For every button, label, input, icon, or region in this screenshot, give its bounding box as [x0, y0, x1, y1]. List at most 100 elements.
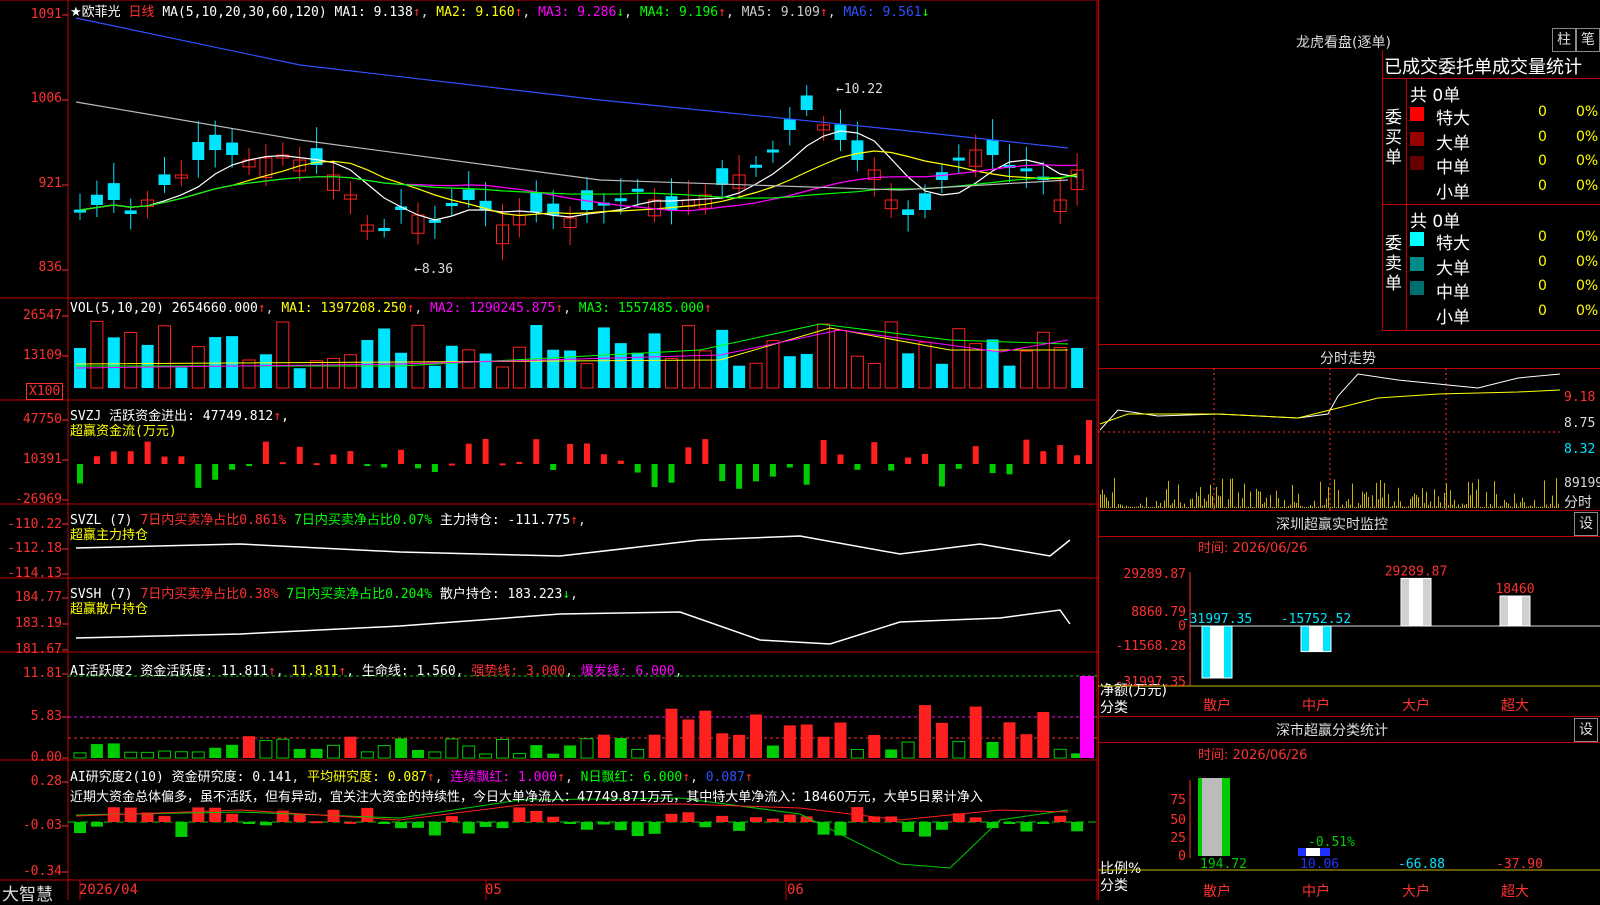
intraday-vol-bar [1376, 482, 1377, 508]
intraday-vol-bar [1130, 506, 1131, 508]
ai1-bar [310, 748, 323, 758]
intraday-vol-bar [1100, 494, 1101, 508]
ai2-bar [1037, 822, 1050, 824]
low-price-label: ←8.36 [414, 262, 454, 277]
svzj-bar [922, 453, 928, 464]
intraday-vol-bar [1400, 501, 1401, 508]
intraday-vol-bar [1148, 506, 1149, 508]
intraday-vol-bar [1336, 506, 1337, 508]
intraday-vol-bar [1284, 499, 1285, 508]
ai2-header: AI研究度2(10) 资金研究度: 0.141, 平均研究度: 0.087↑, … [70, 770, 753, 785]
ai2-bar [783, 814, 796, 822]
ai1-bar [665, 708, 678, 758]
intraday-vol-bar [1362, 491, 1363, 508]
intraday-vol-bar [1168, 480, 1169, 508]
classify-y-label: 75 [1170, 793, 1186, 808]
intraday-vol-bar [1300, 505, 1301, 508]
svzj-bar [938, 464, 945, 487]
intraday-vol-bar [1162, 506, 1163, 508]
ai1-bar [817, 736, 830, 758]
ai1-axis-low: 0.00 [30, 750, 62, 765]
ai2-bar [750, 817, 762, 822]
intraday-vol-bar [1402, 506, 1403, 508]
ai1-bar [1053, 748, 1067, 759]
ma1-value: MA1: 9.138 [334, 5, 413, 20]
intraday-vol-bar [1488, 506, 1489, 508]
intraday-price-line [1099, 373, 1561, 431]
intraday-vol-bar [1390, 506, 1391, 508]
svzj-bar [77, 464, 83, 484]
svzj-bar [279, 462, 286, 465]
candle-down [783, 119, 796, 130]
intraday-vol-bar [1478, 479, 1479, 508]
svzj-bar [229, 464, 236, 470]
volume-bar [343, 354, 357, 389]
intraday-vol-bar [1328, 486, 1329, 508]
intraday-vol-bar [1116, 506, 1117, 508]
intraday-vol-bar [1160, 503, 1161, 508]
ai2-bar [614, 822, 627, 831]
ai2-bar [581, 822, 593, 830]
intraday-vol-bar [1262, 503, 1263, 508]
intraday-vol-bar [1554, 506, 1555, 508]
intraday-vol-bar [1368, 497, 1369, 508]
price-axis-1091: 1091 [30, 7, 62, 22]
vol-value: 2654660.000 [171, 301, 258, 316]
intraday-vol-bar [1106, 497, 1107, 508]
ai2-bar [124, 807, 137, 822]
ai2-bar [74, 822, 86, 834]
ai2-bar [530, 810, 543, 822]
ai1-bar [73, 752, 87, 759]
intraday-vol-bar [1208, 494, 1209, 508]
volume-bar [564, 350, 577, 388]
candle-down [902, 209, 915, 215]
kline-svg[interactable] [0, 0, 1098, 900]
classify-value-label: 10.06 [1300, 857, 1339, 872]
intraday-vol-bar [1224, 507, 1225, 508]
intraday-vol-bar [1278, 498, 1279, 508]
intraday-vol-bar [1302, 506, 1303, 508]
ai2-bar [631, 822, 644, 837]
vol-ma1: MA1: 1397208.250 [281, 301, 407, 316]
period-label[interactable]: 日线 [128, 5, 154, 20]
ai1-bar [648, 734, 661, 758]
intraday-vol-bar [1392, 505, 1393, 508]
ma120-line [75, 17, 1069, 149]
intraday-vol-bar [1382, 497, 1383, 508]
svzj-bar [516, 461, 523, 464]
ai2-bar [547, 816, 560, 822]
intraday-vol-bar [1230, 479, 1231, 508]
svzj-bar [1023, 439, 1030, 464]
intraday-vol-bar [1154, 506, 1155, 508]
intraday-vol-bar [1428, 504, 1429, 508]
intraday-vol-bar [1512, 506, 1513, 508]
intraday-vol-bar [1264, 502, 1265, 508]
intraday-vol-bar [1144, 506, 1145, 508]
ai1-bar [868, 734, 881, 758]
intraday-vol-bar [1494, 481, 1495, 508]
date-label-jun: 06 [787, 882, 804, 898]
intraday-vol-bar [1294, 501, 1295, 508]
kline-area[interactable]: 1091 1006 921 836 26547 13109 X100 47750… [0, 0, 1098, 905]
intraday-vol-bar [1536, 506, 1537, 508]
volume-bar [276, 321, 290, 389]
intraday-vol-bar [1344, 506, 1345, 508]
ai1-axis-high: 11.81 [22, 666, 62, 681]
svzj-axis-high: 47750 [22, 412, 62, 427]
volume-bar [698, 350, 712, 389]
svzl-axis-high: -110.22 [7, 517, 62, 532]
ai2-bar [462, 822, 475, 834]
intraday-vol-bar [1198, 496, 1199, 508]
intraday-vol-bar [1398, 487, 1399, 508]
intraday-vol-bar [1136, 506, 1137, 508]
intraday-vol-bar [1146, 497, 1147, 508]
stock-title[interactable]: ★欧菲光 [70, 5, 121, 20]
price-axis-1006: 1006 [30, 91, 62, 106]
svzj-bar [803, 464, 810, 485]
ai2-bar [90, 822, 103, 827]
ai1-bar [124, 751, 138, 759]
intraday-vol-bar [1196, 492, 1197, 508]
volume-bar [580, 363, 594, 389]
intraday-vol-bar [1522, 497, 1523, 508]
intraday-vol-bar [1518, 506, 1519, 508]
